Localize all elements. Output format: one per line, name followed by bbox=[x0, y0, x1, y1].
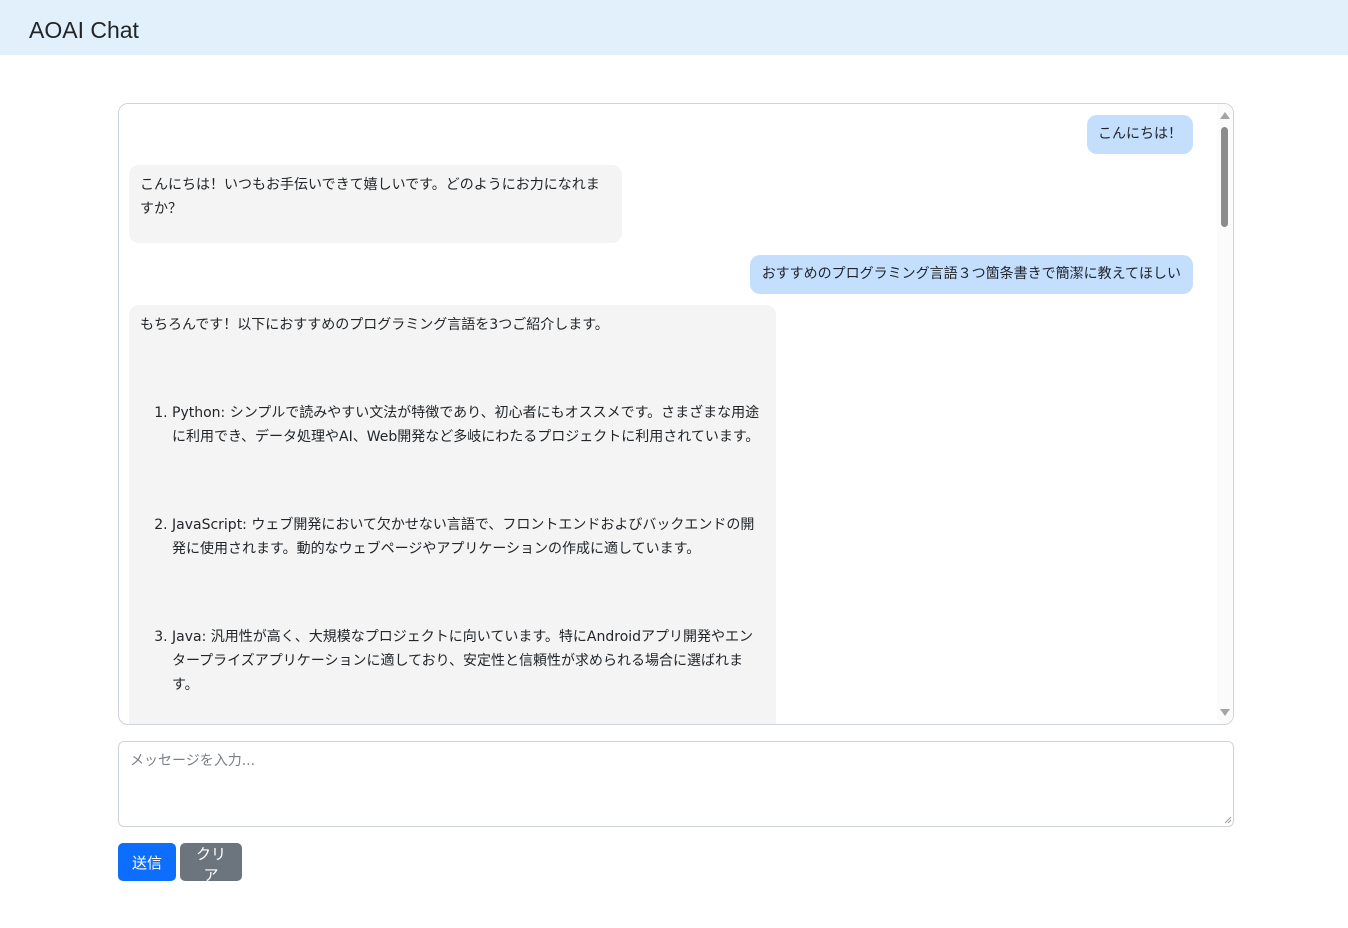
app-title[interactable]: AOAI Chat bbox=[29, 15, 139, 45]
assistant-message: もちろんです！以下におすすめのプログラミング言語を3つご紹介します。 Pytho… bbox=[129, 305, 776, 724]
chat-scroll-area[interactable]: こんにちは！ こんにちは！いつもお手伝いできて嬉しいです。どのようにお力になれま… bbox=[119, 104, 1219, 724]
scroll-down-arrow-icon[interactable] bbox=[1220, 709, 1230, 716]
list-item: Python: シンプルで読みやすい文法が特徴であり、初心者にもオススメです。さ… bbox=[172, 401, 765, 449]
user-message: こんにちは！ bbox=[1087, 115, 1193, 154]
user-message: おすすめのプログラミング言語３つ箇条書きで簡潔に教えてほしい bbox=[749, 255, 1193, 294]
send-button[interactable]: 送信 bbox=[118, 843, 176, 881]
message-intro: もちろんです！以下におすすめのプログラミング言語を3つご紹介します。 bbox=[140, 317, 609, 333]
assistant-message: こんにちは！いつもお手伝いできて嬉しいです。どのようにお力になれますか？ bbox=[129, 165, 622, 243]
chat-scrollbar[interactable] bbox=[1217, 104, 1233, 724]
message-input[interactable] bbox=[118, 741, 1234, 827]
scroll-up-arrow-icon[interactable] bbox=[1220, 112, 1230, 119]
top-navbar: AOAI Chat bbox=[0, 0, 1348, 55]
scroll-thumb[interactable] bbox=[1221, 127, 1228, 227]
list-item: Java: 汎用性が高く、大規模なプロジェクトに向いています。特にAndroid… bbox=[172, 625, 765, 697]
list-item: JavaScript: ウェブ開発において欠かせない言語で、フロントエンドおよび… bbox=[172, 513, 765, 561]
recommendation-list: Python: シンプルで読みやすい文法が特徴であり、初心者にもオススメです。さ… bbox=[140, 401, 765, 697]
chat-history-panel[interactable]: こんにちは！ こんにちは！いつもお手伝いできて嬉しいです。どのようにお力になれま… bbox=[118, 103, 1234, 725]
message-text: こんにちは！いつもお手伝いできて嬉しいです。どのようにお力になれますか？ bbox=[140, 177, 600, 217]
clear-button[interactable]: クリア bbox=[180, 843, 242, 884]
message-text: こんにちは！ bbox=[1098, 126, 1182, 142]
message-text: おすすめのプログラミング言語３つ箇条書きで簡潔に教えてほしい bbox=[761, 266, 1181, 282]
